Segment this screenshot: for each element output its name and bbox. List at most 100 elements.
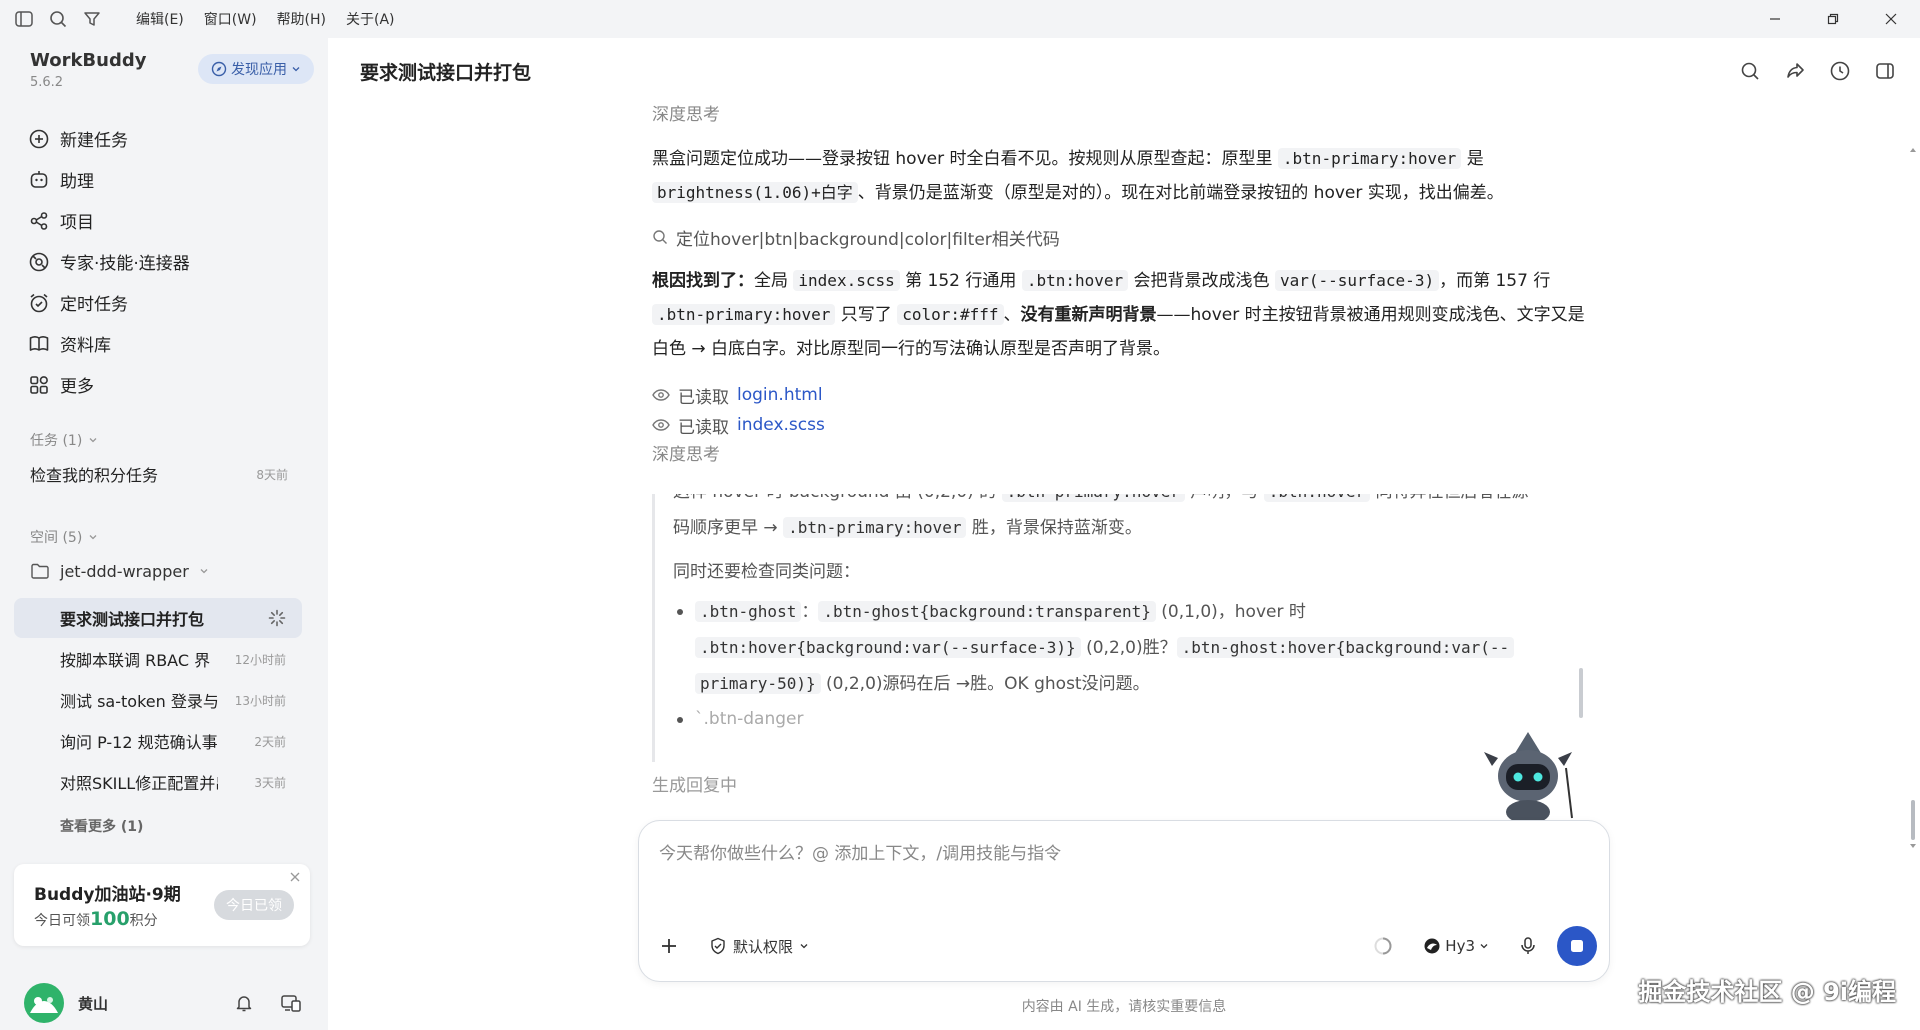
promo-claimed-button[interactable]: 今日已领 [214, 890, 294, 920]
read-step[interactable]: 已读取 index.scss [652, 410, 1592, 440]
watermark: 掘金技术社区 @ 9i编程 [1638, 978, 1896, 1006]
history-icon[interactable] [1829, 60, 1851, 82]
paragraph-text: 、背景仍是蓝渐变（原型是对的）。现在对比前端登录按钮的 hover 实现，找出偏… [857, 183, 1504, 203]
nav-project-label: 项目 [60, 213, 94, 233]
paragraph-text: (0,1,0)，hover 时 [1155, 602, 1306, 622]
microphone-icon[interactable] [1519, 936, 1537, 956]
share-icon[interactable] [1784, 60, 1806, 82]
inline-code: .btn-primary:hover [1277, 148, 1462, 169]
nav-more[interactable]: 更多 [28, 364, 318, 405]
composer-input[interactable]: 今天帮你做些什么？@ 添加上下文，/调用技能与指令 [659, 839, 1061, 864]
read-file-link[interactable]: index.scss [737, 415, 825, 435]
discover-apps-button[interactable]: 发现应用 [198, 54, 314, 84]
thinking-scrollbar[interactable] [1578, 508, 1584, 758]
tasks-header-label: 任务 (1) [30, 433, 83, 449]
model-selector[interactable]: Hy3 [1423, 937, 1489, 955]
close-icon[interactable] [1862, 0, 1920, 38]
search-icon[interactable] [1739, 60, 1761, 82]
paragraph-text: ，而第 157 行 [1439, 271, 1551, 291]
permission-dropdown[interactable]: 默认权限 [709, 936, 809, 957]
message-paragraph: 根因找到了：全局 index.scss 第 152 行通用 .btn:hover… [652, 264, 1592, 366]
list-item: .btn-ghost： .btn-ghost{background:transpa… [673, 594, 1582, 702]
paragraph-text: (0,2,0)源码在后 →胜。OK ghost没问题。 [820, 674, 1150, 694]
main-scrollbar[interactable] [1910, 148, 1916, 848]
add-attachment-icon[interactable] [659, 936, 679, 956]
space-item[interactable]: 按脚本联调 RBAC 界 12小时前 [14, 639, 302, 679]
space-item-time: 3天前 [254, 775, 286, 790]
avatar[interactable] [24, 983, 64, 1023]
panel-toggle-icon[interactable] [1874, 60, 1896, 82]
main-panel: 要求测试接口并打包 深度思考 黑盒问题定位成功——登录按钮 hover 时全白看… [328, 38, 1920, 1030]
message-paragraph: 黑盒问题定位成功——登录按钮 hover 时全白看不见。按规则从原型查起：原型里… [652, 142, 1592, 210]
inline-code: primary-50)} [695, 673, 821, 694]
main-nav: 新建任务 助理 项目 专家·技能·连接器 定时任务 资料库 更多 [28, 118, 318, 405]
user-bar: 黄山 [0, 976, 328, 1030]
discover-apps-label: 发现应用 [231, 62, 287, 78]
space-item[interactable]: 询问 P-12 规范确认事项 2天前 [14, 721, 302, 761]
paragraph-text: 这样 hover 时 background 由 (0,2,0) 的 [673, 494, 1002, 502]
nav-scheduled[interactable]: 定时任务 [28, 282, 318, 323]
paragraph-text: 、 [1003, 305, 1021, 325]
project-icon [28, 210, 60, 232]
menu-help[interactable]: 帮助(H) [267, 9, 336, 29]
read-file-link[interactable]: login.html [737, 385, 823, 405]
deep-think-header[interactable]: 深度思考 [652, 98, 1592, 132]
spaces-section-header[interactable]: 空间 (5) [30, 527, 98, 547]
paragraph-text: ： [801, 602, 819, 622]
chevron-down-icon [88, 532, 98, 542]
search-icon[interactable] [48, 9, 68, 29]
paragraph-text: 第 152 行通用 [899, 271, 1022, 291]
inline-code: color:#fff [897, 304, 1004, 325]
task-item[interactable]: 检查我的积分任务 8天前 [30, 458, 288, 490]
inline-code: .btn:hover{background:var(--surface-3)} [695, 637, 1081, 658]
paragraph-text: (0,2,0)胜？ [1080, 638, 1177, 658]
device-icon[interactable] [280, 993, 302, 1013]
see-more-link[interactable]: 查看更多 (1) [60, 816, 143, 836]
model-name: Hy3 [1445, 937, 1475, 955]
paragraph-text: 只写了 [835, 305, 898, 325]
space-item[interactable]: 对照SKILL修正配置并出 3天前 [14, 762, 302, 802]
space-item-time: 12小时前 [234, 652, 286, 667]
read-steps: 已读取 login.html 已读取 index.scss [652, 380, 1592, 440]
promo-points: 100 [90, 908, 130, 930]
space-item-active[interactable]: 要求测试接口并打包 [14, 598, 302, 638]
close-icon[interactable] [290, 872, 300, 882]
menu-about[interactable]: 关于(A) [336, 9, 405, 29]
shield-check-icon [709, 937, 727, 955]
paragraph-text: 是 [1461, 149, 1484, 169]
space-item-title: 询问 P-12 规范确认事项 [60, 733, 218, 752]
nav-library[interactable]: 资料库 [28, 323, 318, 364]
bell-icon[interactable] [234, 993, 254, 1013]
deep-think-header[interactable]: 深度思考 [652, 440, 1592, 470]
tasks-section-header[interactable]: 任务 (1) [30, 430, 98, 450]
menu-edit[interactable]: 编辑(E) [126, 9, 194, 29]
nav-new-task[interactable]: 新建任务 [28, 118, 318, 159]
nav-assistant-label: 助理 [60, 172, 94, 192]
app-brand: WorkBuddy 5.6.2 [30, 50, 146, 90]
user-name: 黄山 [78, 994, 109, 1013]
sidebar-toggle-icon[interactable] [14, 9, 34, 29]
stop-button[interactable] [1557, 926, 1597, 966]
inline-code: .btn-ghost:hover{background:var(-- [1176, 637, 1515, 658]
progress-ring-icon [1373, 936, 1393, 956]
chevron-down-icon [1479, 941, 1489, 951]
composer[interactable]: 今天帮你做些什么？@ 添加上下文，/调用技能与指令 默认权限 Hy3 [638, 820, 1610, 982]
thinking-content[interactable]: 这样 hover 时 background 由 (0,2,0) 的 .btn-p… [652, 494, 1582, 762]
read-step-label: 已读取 [678, 417, 729, 438]
filter-icon[interactable] [82, 9, 102, 29]
nav-experts[interactable]: 专家·技能·连接器 [28, 241, 318, 282]
menu-bar: 编辑(E) 窗口(W) 帮助(H) 关于(A) [126, 9, 405, 29]
minimize-icon[interactable] [1746, 0, 1804, 38]
promo-card[interactable]: Buddy加油站·9期 今日可领 100 积分 今日已领 [14, 864, 310, 946]
book-icon [28, 333, 60, 355]
space-folder[interactable]: jet-ddd-wrapper [30, 556, 209, 586]
restore-icon[interactable] [1804, 0, 1862, 38]
nav-project[interactable]: 项目 [28, 200, 318, 241]
nav-assistant[interactable]: 助理 [28, 159, 318, 200]
grid-icon [28, 374, 60, 396]
chevron-down-icon [799, 941, 809, 951]
search-step[interactable]: 定位hover|btn|background|color|filter相关代码 [652, 222, 1592, 252]
menu-window[interactable]: 窗口(W) [194, 9, 267, 29]
read-step[interactable]: 已读取 login.html [652, 380, 1592, 410]
space-item[interactable]: 测试 sa-token 登录与 13小时前 [14, 680, 302, 720]
